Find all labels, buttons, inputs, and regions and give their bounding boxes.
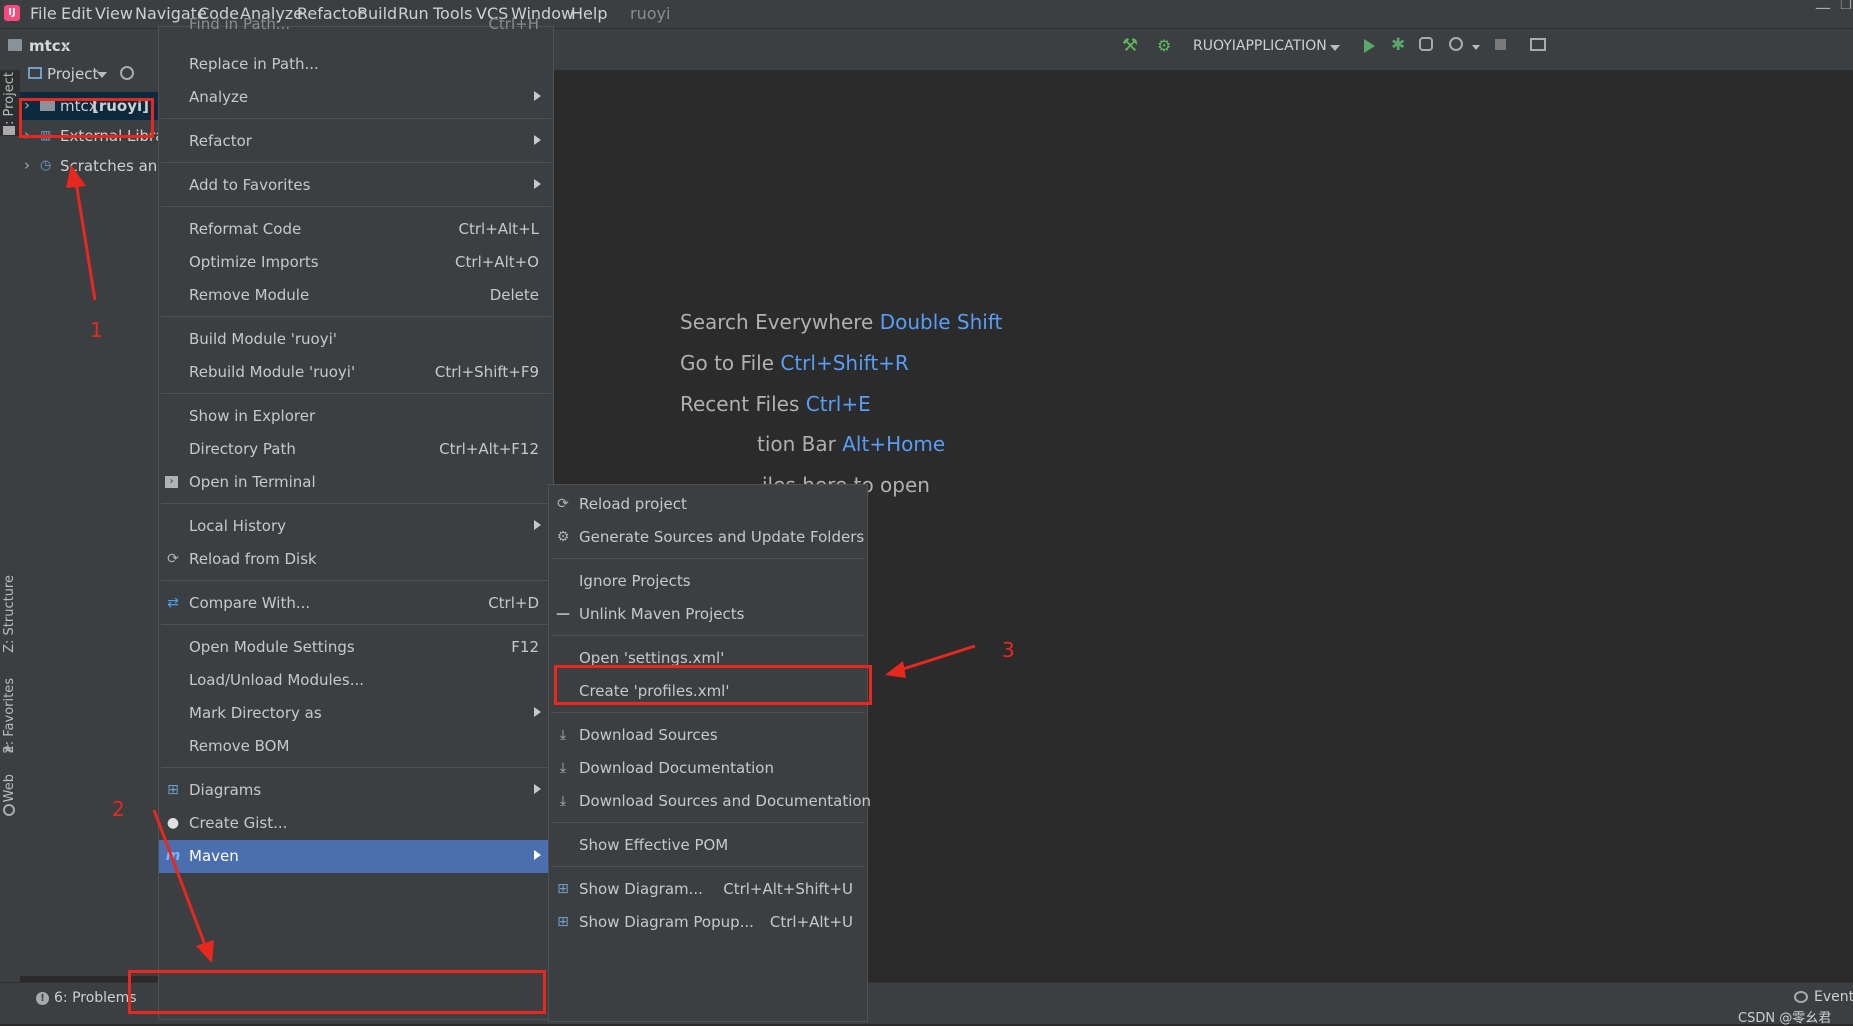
- arrow-2-head: [196, 940, 214, 963]
- annotation-arrows: [66, 165, 976, 963]
- arrow-1-line: [74, 181, 97, 301]
- arrow-1-head: [66, 165, 86, 188]
- annotation-step-1: 1: [90, 318, 103, 342]
- arrow-2-line: [152, 809, 207, 946]
- arrow-3-head: [885, 661, 906, 678]
- arrow-3-line: [899, 644, 976, 672]
- annotation-step-3: 3: [1002, 638, 1015, 662]
- annotation-step-2: 2: [112, 797, 125, 821]
